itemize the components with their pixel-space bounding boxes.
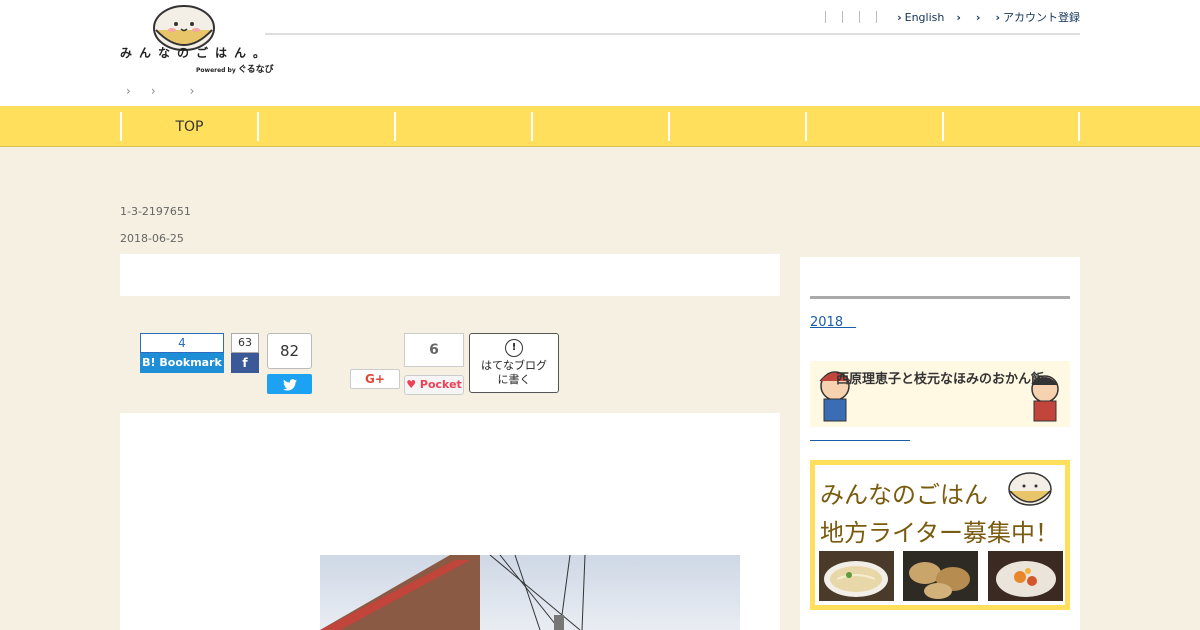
- hatena-label: Bookmark: [159, 356, 222, 369]
- banner2-line1: みんなのごはん: [820, 481, 988, 509]
- writer-recruit-banner-inner: みんなのごはん 地方ライター募集中！: [815, 465, 1065, 605]
- banner2-line2: 地方ライター募集中！: [820, 519, 1060, 547]
- sidebar: 2018 西原理恵子と枝元なほみのおかん飯 みんなのごはん 地方ライター募集中！: [800, 257, 1080, 630]
- hatena-count: 4: [140, 333, 224, 353]
- nav-item-7[interactable]: [942, 112, 1079, 141]
- hatena-bookmark-button[interactable]: B! Bookmark: [140, 353, 224, 373]
- pocket-share[interactable]: 6 ♥ Pocket: [404, 333, 464, 395]
- chevron-right-icon: ›: [897, 10, 902, 24]
- top-link-3[interactable]: ›: [976, 11, 984, 24]
- top-link-label: アカウント登録: [1003, 11, 1080, 24]
- hatena-bookmark-share[interactable]: 4 B! Bookmark: [140, 333, 224, 373]
- site-logo[interactable]: みんなのごはん。 Powered by ぐるなび: [120, 2, 274, 75]
- top-link-register[interactable]: › アカウント登録: [995, 9, 1080, 25]
- breadcrumb: › › ›: [126, 84, 194, 98]
- hatena-write-label: はてなブログ: [481, 359, 547, 372]
- logo-wordmark: みんなのごはん。: [120, 46, 273, 60]
- twitter-button[interactable]: [267, 374, 312, 394]
- ramen-photo: [819, 551, 894, 601]
- top-link-2[interactable]: ›: [956, 11, 964, 24]
- google-plus-button[interactable]: G+: [350, 369, 400, 389]
- article-body: [120, 413, 780, 630]
- article-date: 2018-06-25: [120, 232, 184, 245]
- pocket-count: 6: [404, 333, 464, 367]
- twitter-share[interactable]: 82: [267, 333, 312, 394]
- okan-meshi-banner[interactable]: 西原理恵子と枝元なほみのおかん飯: [810, 361, 1070, 427]
- top-link-label: English: [904, 10, 945, 24]
- powered-by: Powered by ぐるなび: [196, 62, 274, 75]
- top-link-english[interactable]: › English: [897, 11, 944, 24]
- twitter-bird-icon: [282, 378, 297, 391]
- facebook-icon[interactable]: f: [231, 353, 259, 373]
- top-separator: [859, 11, 861, 23]
- powered-brand: ぐるなび: [237, 65, 274, 75]
- nav-item-5[interactable]: [668, 112, 805, 141]
- chevron-right-icon: ›: [975, 10, 981, 24]
- nav-item-2[interactable]: [257, 112, 394, 141]
- oyster-photo: [903, 551, 978, 601]
- rice-bowl-icon: [1008, 472, 1052, 506]
- breadcrumb-arrow[interactable]: ›: [126, 84, 131, 98]
- top-links: › English › › › アカウント登録: [817, 8, 1080, 26]
- facebook-share[interactable]: 63 f: [231, 333, 259, 373]
- chevron-right-icon: ›: [995, 11, 1000, 24]
- nav-item-top[interactable]: TOP: [120, 112, 257, 141]
- hatena-b-icon: B!: [142, 356, 156, 369]
- hatena-blog-write-button[interactable]: ! はてなブログ に書く: [469, 333, 559, 393]
- twitter-count: 82: [267, 333, 312, 369]
- breadcrumb-arrow[interactable]: ›: [151, 84, 156, 98]
- top-separator: [825, 11, 827, 23]
- article-id: 1-3-2197651: [120, 205, 191, 218]
- hatena-blog-icon: !: [505, 339, 523, 357]
- pocket-label: Pocket: [419, 378, 462, 391]
- site-header: みんなのごはん。 Powered by ぐるなび › English › › › ア…: [0, 0, 1200, 106]
- nav-item-3[interactable]: [394, 112, 531, 141]
- nav-divider: [1078, 112, 1080, 141]
- pocket-icon: ♥: [406, 378, 417, 391]
- powered-prefix: Powered by: [196, 67, 236, 74]
- banner1-title: 西原理恵子と枝元なほみのおかん飯: [836, 371, 1044, 387]
- nav-item-4[interactable]: [531, 112, 668, 141]
- seafood-bowl-photo: [988, 551, 1063, 601]
- pocket-button[interactable]: ♥ Pocket: [404, 375, 464, 395]
- writer-recruit-banner[interactable]: みんなのごはん 地方ライター募集中！: [810, 460, 1070, 610]
- facebook-count: 63: [231, 333, 259, 353]
- article-title: [120, 254, 780, 296]
- top-separator: [876, 11, 878, 23]
- sidebar-link-underline[interactable]: [810, 440, 910, 441]
- top-separator: [842, 11, 844, 23]
- breadcrumb-arrow[interactable]: ›: [190, 84, 195, 98]
- hatena-write-label: に書く: [497, 373, 531, 386]
- nav-item-6[interactable]: [805, 112, 942, 141]
- sidebar-archive-link[interactable]: 2018: [810, 311, 856, 330]
- global-nav: TOP: [0, 106, 1200, 147]
- header-divider: [265, 33, 1080, 35]
- article-photo: [320, 555, 740, 630]
- chevron-right-icon: ›: [956, 10, 961, 24]
- sidebar-divider: [810, 296, 1070, 299]
